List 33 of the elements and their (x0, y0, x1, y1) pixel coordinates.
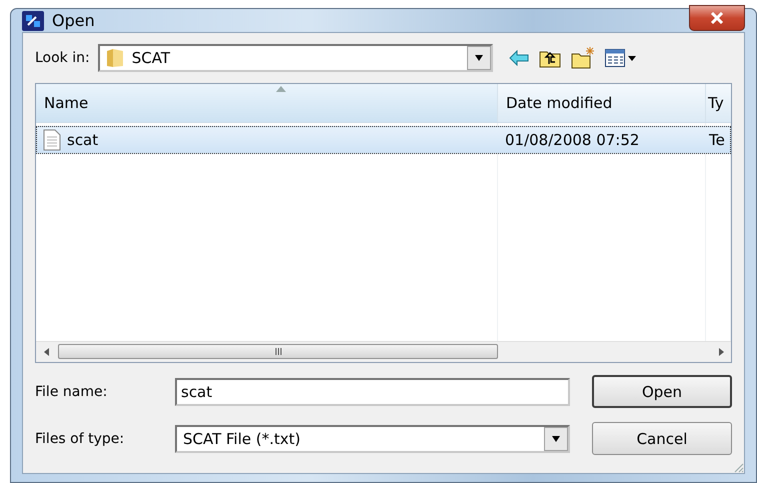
file-row[interactable]: scat 01/08/2008 07:52 Te (36, 126, 731, 154)
column-header[interactable]: Date modified (498, 84, 706, 122)
back-arrow-icon[interactable] (508, 50, 529, 66)
scroll-right-icon[interactable] (718, 348, 724, 356)
text-file-icon (43, 129, 61, 151)
dropdown-arrow-icon (551, 436, 561, 442)
close-button[interactable] (689, 4, 745, 30)
dialog-button[interactable]: Open (592, 375, 732, 408)
horizontal-scrollbar[interactable] (36, 341, 731, 362)
look-in-label: Look in: (35, 50, 90, 66)
table-cell: Te (709, 131, 725, 149)
close-icon (710, 12, 724, 24)
dialog-button[interactable]: Cancel (592, 422, 732, 455)
folder-icon (106, 48, 124, 68)
app-icon (22, 10, 44, 30)
file-type-label: Files of type: (35, 430, 126, 446)
column-header[interactable]: Name (36, 84, 498, 122)
scroll-left-icon[interactable] (44, 348, 48, 356)
scroll-thumb[interactable] (58, 344, 498, 359)
grip-icon (274, 348, 282, 355)
column-header[interactable]: Ty (706, 84, 731, 122)
resize-grip-icon[interactable] (732, 461, 744, 473)
window-title: Open (52, 11, 96, 30)
file-name-label: File name: (35, 384, 108, 400)
new-folder-icon[interactable] (570, 47, 595, 69)
table-cell: 01/08/2008 07:52 (505, 131, 640, 149)
file-type-dropdown[interactable]: SCAT File (*.txt) (175, 424, 570, 452)
file-name-field[interactable]: scat (175, 378, 570, 406)
dropdown-arrow-icon (474, 55, 484, 61)
look-in-dropdown[interactable]: SCAT (98, 44, 493, 72)
view-menu-icon[interactable] (604, 49, 637, 67)
sort-arrow-icon (276, 86, 286, 92)
file-name: scat (67, 131, 98, 149)
